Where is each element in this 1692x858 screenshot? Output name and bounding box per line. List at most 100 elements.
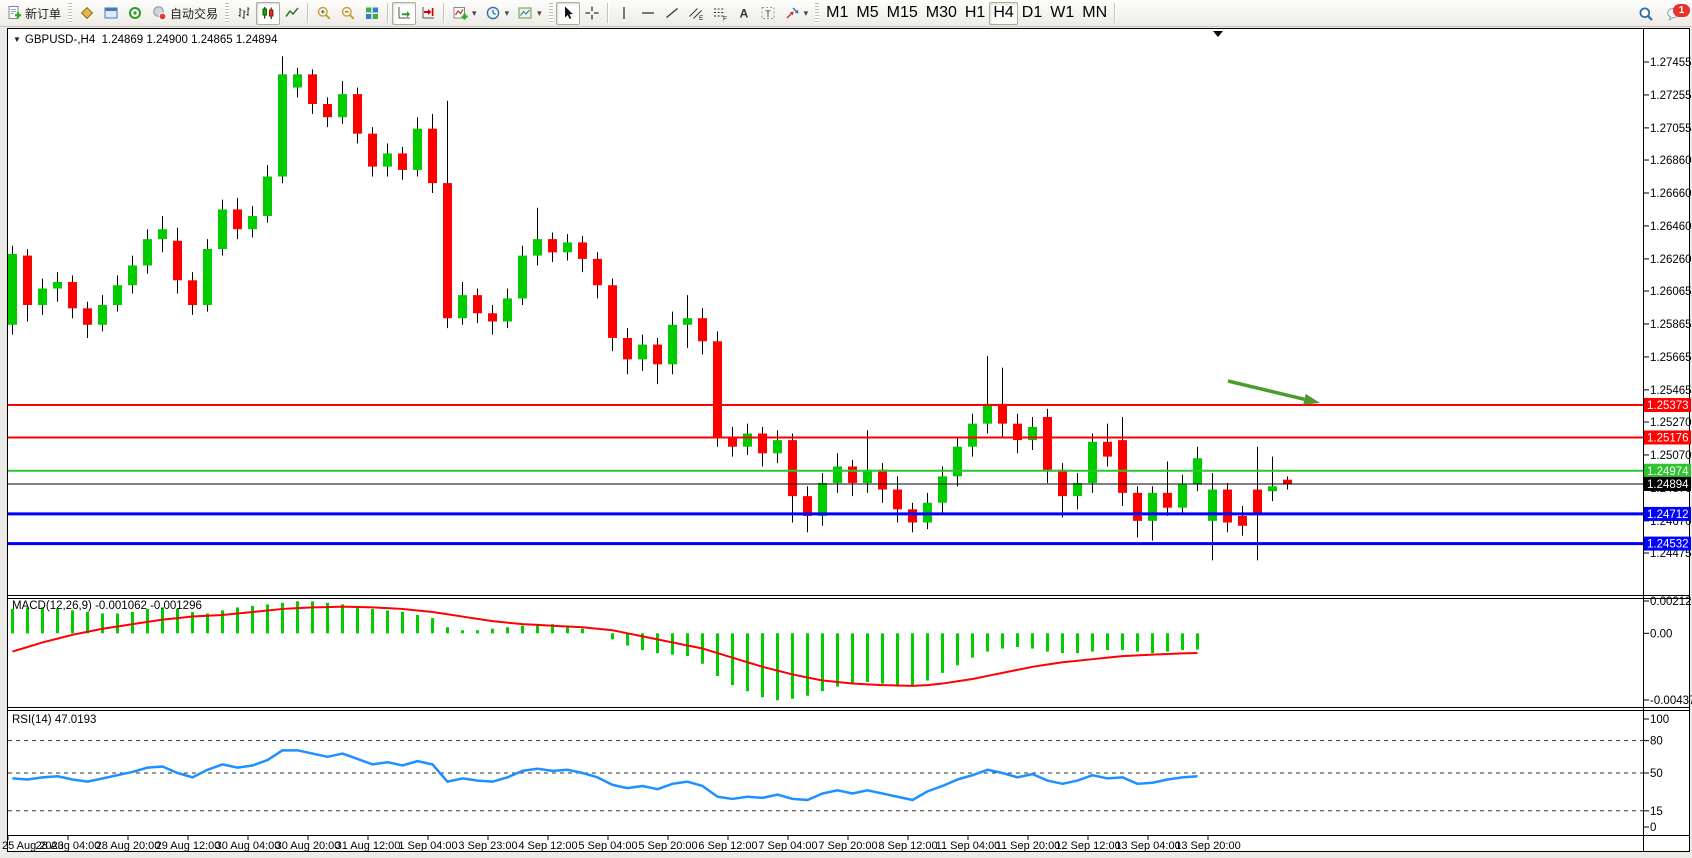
candle-bear	[1238, 516, 1247, 526]
clock-icon	[485, 5, 501, 21]
chart-symbol-info[interactable]: ▼ GBPUSD-,H4 1.24869 1.24900 1.24865 1.24…	[13, 34, 277, 46]
notifications-button[interactable]: 1	[1662, 2, 1686, 25]
toolbar-grip	[549, 3, 553, 23]
indicators-button[interactable]: ▾	[448, 2, 481, 25]
candle-bull	[38, 289, 47, 305]
chevron-down-icon[interactable]: ▾	[537, 8, 542, 19]
candle-bull	[203, 249, 212, 305]
time-tick-label: 1 Sep 04:00	[398, 840, 457, 852]
price-tick-label: 1.25665	[1650, 352, 1692, 364]
candle-bull	[248, 216, 257, 229]
new-order-button[interactable]: 新订单	[2, 2, 65, 25]
candle-bear	[1223, 490, 1232, 523]
fibonacci-tool-button[interactable]: F	[708, 2, 732, 25]
candle-bear	[188, 280, 197, 305]
candle-bear	[998, 404, 1007, 424]
candle-bear	[1133, 493, 1142, 521]
chevron-down-icon[interactable]: ▾	[505, 8, 510, 19]
hline-icon	[640, 5, 656, 21]
text-tool-button[interactable]: A	[732, 2, 756, 25]
candle-bull	[773, 440, 782, 453]
price-tag-1.24894: 1.24894	[1644, 477, 1691, 491]
candle-bear	[323, 104, 332, 117]
toolbar-separator	[1114, 3, 1116, 23]
time-tick-label: 13 Sep 04:00	[1115, 840, 1180, 852]
candle-bear	[68, 282, 77, 308]
vertical-line-tool-button[interactable]	[612, 2, 636, 25]
price-tick-label: 1.26460	[1650, 221, 1692, 233]
chart-canvas[interactable]: 1.274551.272551.270551.268601.266601.264…	[0, 0, 1692, 858]
templates-button[interactable]: ▾	[513, 2, 546, 25]
auto-scroll-button[interactable]	[392, 2, 416, 25]
magnifier-icon	[1638, 6, 1654, 22]
candle-bull	[263, 177, 272, 217]
candle-bull	[1268, 486, 1277, 491]
chevron-down-icon[interactable]: ▾	[472, 8, 477, 19]
channel-tool-button[interactable]: E	[684, 2, 708, 25]
timeframe-button-m15[interactable]: M15	[883, 2, 922, 25]
svg-text:A: A	[739, 7, 748, 21]
timeframe-button-w1[interactable]: W1	[1046, 2, 1078, 25]
rsi-tick-label: 0	[1650, 822, 1656, 834]
chart-window-button[interactable]	[99, 2, 123, 25]
time-tick-label: 4 Sep 12:00	[518, 840, 577, 852]
time-tick-label: 7 Sep 20:00	[818, 840, 877, 852]
arrows-tool-button[interactable]: ▾	[780, 2, 813, 25]
candle-bear	[878, 470, 887, 490]
horizontal-line-tool-button[interactable]	[636, 2, 660, 25]
search-button[interactable]	[1634, 2, 1658, 25]
zoom-out-button[interactable]	[336, 2, 360, 25]
chevron-down-icon[interactable]: ▾	[804, 8, 809, 19]
collapse-triangle-icon[interactable]: ▼	[13, 35, 21, 44]
candle-bull	[1148, 493, 1157, 521]
symbol-ohlc-text: GBPUSD-,H4 1.24869 1.24900 1.24865 1.248…	[25, 34, 278, 46]
tile-windows-button[interactable]	[360, 2, 384, 25]
candle-bear	[713, 341, 722, 437]
timeframe-button-m1[interactable]: M1	[822, 2, 852, 25]
gold-diamond-icon	[79, 5, 95, 21]
candle-bear	[488, 313, 497, 321]
candle-bull	[1088, 442, 1097, 483]
market-watch-button[interactable]	[75, 2, 99, 25]
price-tag-1.24712: 1.24712	[1644, 507, 1691, 521]
zoom-in-button[interactable]	[312, 2, 336, 25]
candle-bull	[953, 447, 962, 477]
time-tick-label: 28 Aug 04:00	[36, 840, 101, 852]
candle-bear	[368, 134, 377, 167]
candle-bull	[518, 256, 527, 299]
cursor-tool-button[interactable]	[556, 2, 580, 25]
crosshair-tool-button[interactable]	[580, 2, 604, 25]
timeframe-button-m5[interactable]: M5	[852, 2, 882, 25]
timeframe-button-mn[interactable]: MN	[1078, 2, 1111, 25]
timeframe-button-h1[interactable]: H1	[961, 2, 989, 25]
price-tick-label: 1.26860	[1650, 155, 1692, 167]
candle-bull	[98, 305, 107, 325]
price-tick-label: 1.26065	[1650, 286, 1692, 298]
time-tick-label: 13 Sep 20:00	[1175, 840, 1240, 852]
candle-bull	[218, 209, 227, 249]
channel-icon: E	[688, 5, 704, 21]
chart-shift-button[interactable]	[416, 2, 440, 25]
bar-chart-type-button[interactable]	[232, 2, 256, 25]
candle-bull	[293, 74, 302, 87]
periods-button[interactable]: ▾	[481, 2, 514, 25]
timeframe-button-d1[interactable]: D1	[1018, 2, 1046, 25]
auto-trading-button[interactable]: 自动交易	[147, 2, 222, 25]
candle-bull	[563, 242, 572, 252]
navigator-button[interactable]	[123, 2, 147, 25]
candle-bear	[893, 490, 902, 510]
time-tick-label: 8 Sep 12:00	[878, 840, 937, 852]
trendline-tool-button[interactable]	[660, 2, 684, 25]
rsi-tick-label: 15	[1650, 806, 1663, 818]
bars-icon	[236, 5, 252, 21]
candle-chart-type-button[interactable]	[256, 2, 280, 25]
label-tool-button[interactable]: T	[756, 2, 780, 25]
macd-tick-label: 0.00	[1650, 628, 1672, 640]
candle-bear	[233, 209, 242, 229]
line-chart-type-button[interactable]	[280, 2, 304, 25]
timeframe-button-m30[interactable]: M30	[922, 2, 961, 25]
timeframe-button-h4[interactable]: H4	[989, 2, 1017, 25]
candle-bear	[308, 74, 317, 104]
candle-bull	[413, 129, 422, 170]
candle-bear	[548, 239, 557, 252]
